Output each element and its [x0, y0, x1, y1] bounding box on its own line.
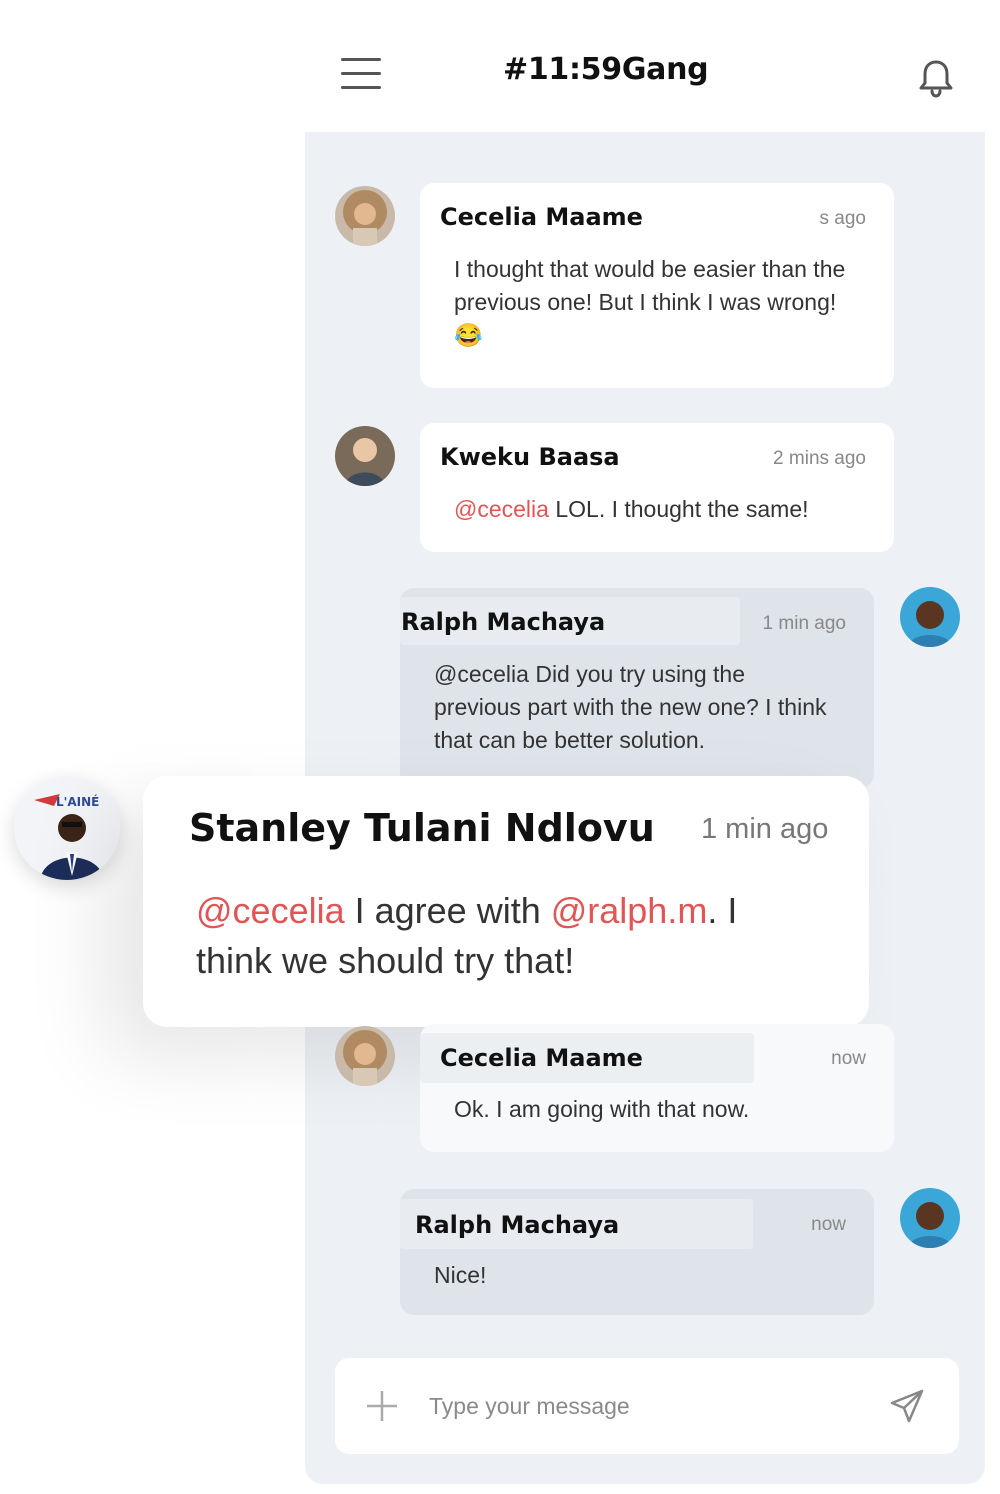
avatar-stanley[interactable]: L'AINÉ: [14, 776, 120, 880]
message-time: s ago: [819, 208, 866, 229]
send-icon[interactable]: [889, 1388, 925, 1424]
message-author[interactable]: Cecelia Maame: [440, 1044, 643, 1072]
message-text: @cecelia LOL. I thought the same!: [454, 493, 874, 526]
avatar-ralph[interactable]: [900, 1188, 960, 1248]
channel-title: #11:59Gang: [503, 52, 709, 87]
message-author[interactable]: Cecelia Maame: [440, 203, 643, 231]
highlighted-message-card: Stanley Tulani Ndlovu 1 min ago @cecelia…: [143, 776, 869, 1027]
message-card: Kweku Baasa 2 mins ago @cecelia LOL. I t…: [420, 423, 894, 552]
avatar-ralph[interactable]: [900, 587, 960, 647]
message-card-self: Ralph Machaya now Nice!: [400, 1189, 874, 1315]
message-author[interactable]: Ralph Machaya: [401, 608, 605, 636]
message-text: Nice!: [434, 1262, 487, 1288]
message-body: LOL. I thought the same!: [548, 496, 809, 522]
menu-icon[interactable]: [341, 58, 383, 94]
message-card: Cecelia Maame s ago I thought that would…: [420, 183, 894, 388]
message-time: now: [831, 1048, 866, 1069]
message-author[interactable]: Stanley Tulani Ndlovu: [189, 806, 655, 850]
message-time: 2 mins ago: [773, 448, 866, 469]
message-time: now: [811, 1214, 846, 1235]
message-author[interactable]: Ralph Machaya: [415, 1211, 619, 1239]
message-time: 1 min ago: [762, 613, 846, 634]
mention-link[interactable]: @cecelia: [454, 496, 549, 522]
mention-link[interactable]: @cecelia: [196, 890, 345, 931]
message-text: Ok. I am going with that now.: [454, 1096, 750, 1122]
app-header: #11:59Gang: [305, 0, 985, 132]
message-card: Cecelia Maame now Ok. I am going with th…: [420, 1024, 894, 1152]
mention-link[interactable]: @ralph.m: [551, 890, 708, 931]
avatar-kweku[interactable]: [335, 426, 395, 486]
message-text: @cecelia Did you try using the previous …: [434, 661, 827, 753]
avatar-cecelia[interactable]: [335, 186, 395, 246]
message-card-self: Ralph Machaya 1 min ago @cecelia Did you…: [400, 588, 874, 788]
plus-icon[interactable]: [365, 1389, 399, 1423]
message-text: @cecelia I agree with @ralph.m. I think …: [196, 886, 816, 986]
avatar-cecelia[interactable]: [335, 1026, 395, 1086]
message-time: 1 min ago: [701, 813, 829, 845]
message-composer: [335, 1358, 959, 1454]
message-body: I agree with: [344, 890, 551, 931]
bell-icon[interactable]: [917, 58, 955, 98]
message-text: I thought that would be easier than the …: [454, 256, 846, 348]
message-input[interactable]: [429, 1386, 849, 1426]
message-author[interactable]: Kweku Baasa: [440, 443, 620, 471]
badge-text: L'AINÉ: [56, 794, 99, 809]
